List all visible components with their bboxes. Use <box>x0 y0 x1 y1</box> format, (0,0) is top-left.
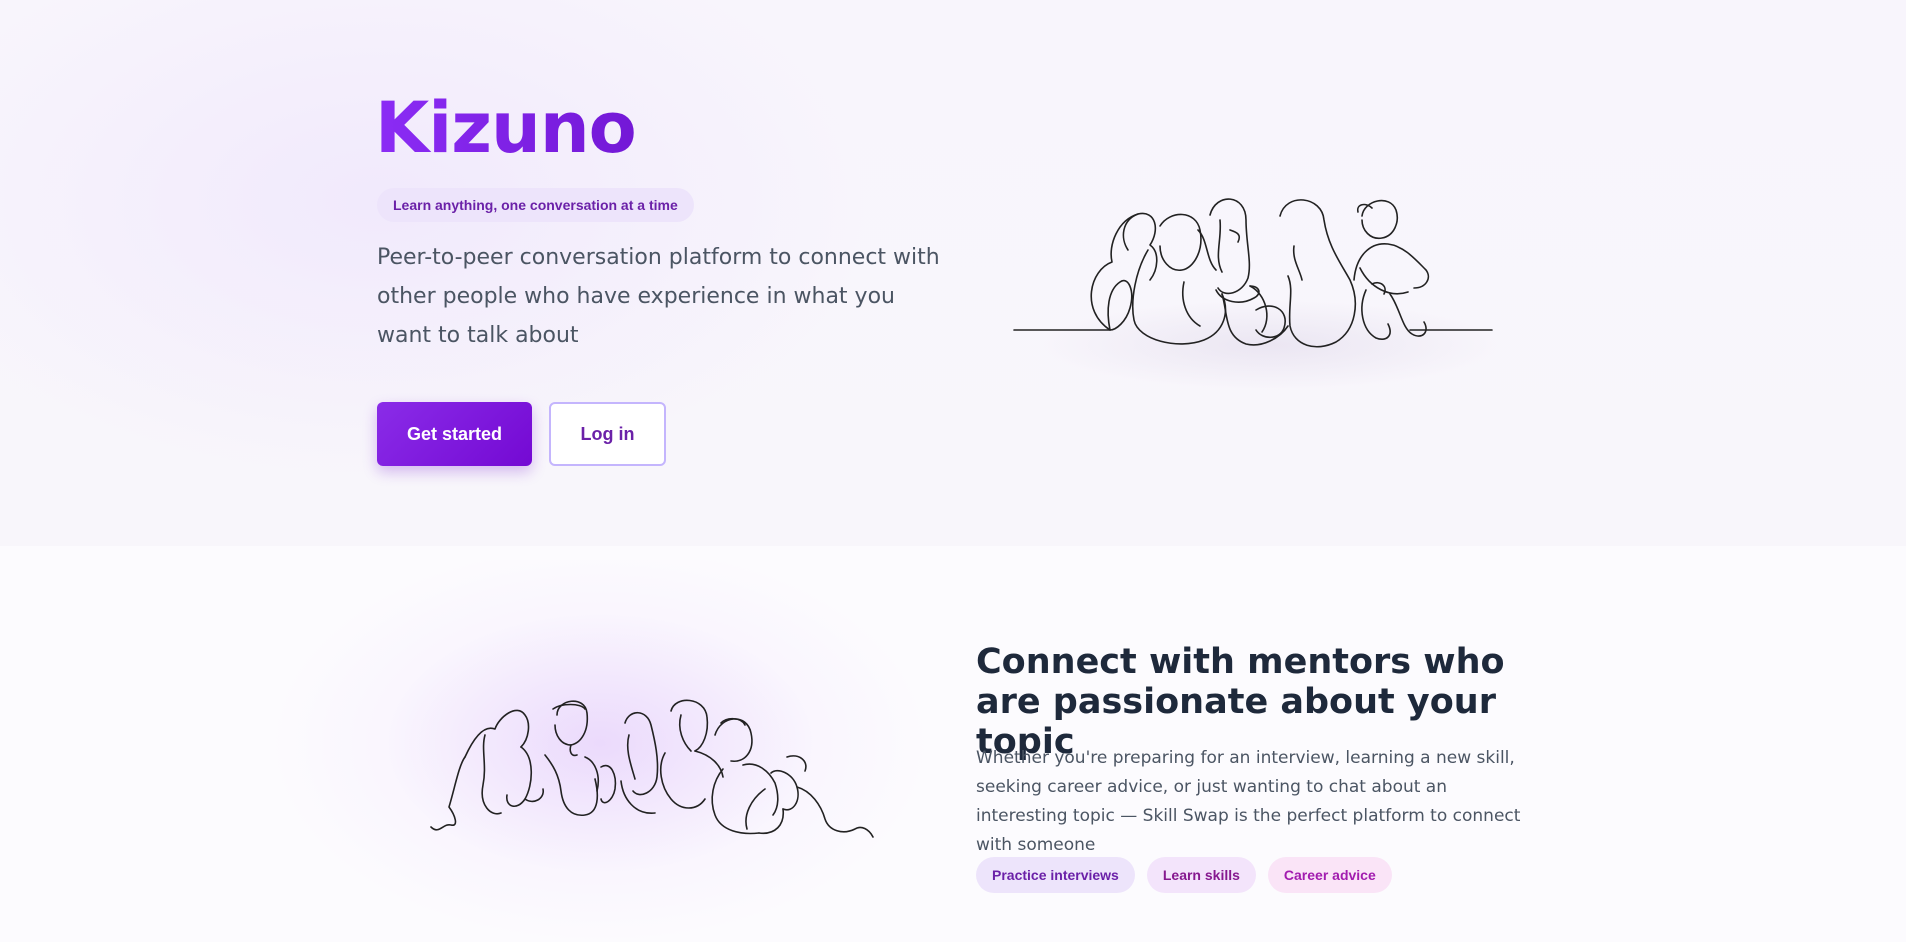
group-illustration <box>430 699 874 838</box>
chip-career-advice: Career advice <box>1267 857 1392 893</box>
tagline-badge: Learn anything, one conversation at a ti… <box>377 188 694 222</box>
log-in-button[interactable]: Log in <box>549 402 666 466</box>
hero-section <box>0 0 1906 546</box>
people-sitting-illustration <box>1013 198 1493 348</box>
get-started-button[interactable]: Get started <box>377 402 532 466</box>
brand-title: Kizuno <box>375 83 637 173</box>
chip-practice-interviews: Practice interviews <box>976 857 1135 893</box>
chip-learn-skills: Learn skills <box>1146 857 1256 893</box>
topic-chips: Practice interviews Learn skills Career … <box>976 857 1392 893</box>
hero-description: Peer-to-peer conversation platform to co… <box>377 245 940 348</box>
mentors-description: Whether you're preparing for an intervie… <box>976 748 1521 855</box>
